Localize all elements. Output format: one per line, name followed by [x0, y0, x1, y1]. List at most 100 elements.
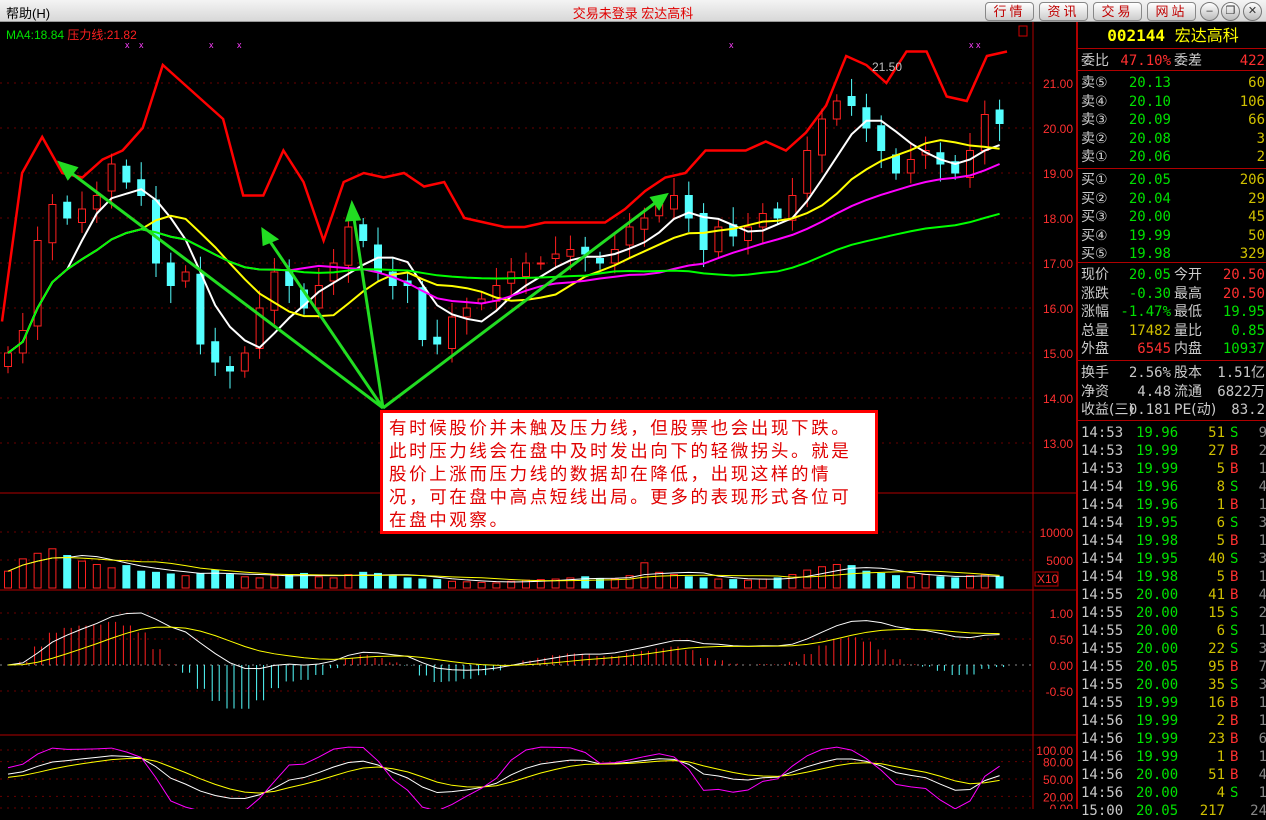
minimize-icon[interactable]: – [1200, 2, 1219, 21]
trade-row[interactable]: 14:54 19.98 5 B 1 [1078, 532, 1266, 550]
candle [758, 203, 767, 245]
trade-volume: 40 [1208, 551, 1225, 567]
order-book-row-buy[interactable]: 买② 20.04 29 [1078, 190, 1266, 208]
macd-tick-label: -0.50 [1046, 685, 1074, 699]
volume-bar [166, 573, 175, 589]
settings-box-icon[interactable] [1018, 25, 1028, 37]
trade-time: 14:56 [1081, 713, 1124, 729]
value: 422 [1239, 53, 1265, 69]
order-book-row-buy[interactable]: 买③ 20.00 45 [1078, 208, 1266, 226]
market-button[interactable]: 行情 [985, 2, 1034, 21]
order-book-row-sell[interactable]: 卖② 20.08 3 [1078, 130, 1266, 148]
trade-row[interactable]: 14:54 19.96 1 B 1 [1078, 496, 1266, 514]
trade-price: 19.96 [1136, 425, 1179, 441]
trade-price: 20.00 [1136, 677, 1179, 693]
trade-time: 14:55 [1081, 623, 1124, 639]
news-button[interactable]: 资讯 [1039, 2, 1088, 21]
trade-time: 14:55 [1081, 605, 1124, 621]
trade-price: 19.99 [1136, 731, 1179, 747]
price-tick-label: 19.00 [1043, 167, 1073, 181]
volume-bar [33, 552, 42, 589]
trade-count: 7 [1258, 659, 1266, 675]
trade-row[interactable]: 14:55 20.00 35 S 3 [1078, 676, 1266, 694]
trade-row[interactable]: 14:56 19.99 23 B 6 [1078, 730, 1266, 748]
trade-row[interactable]: 14:56 19.99 2 B 1 [1078, 712, 1266, 730]
trade-row[interactable]: 14:55 20.00 15 S 2 [1078, 604, 1266, 622]
restore-icon[interactable]: ❐ [1221, 2, 1240, 21]
trade-row[interactable]: 14:55 20.00 22 S 3 [1078, 640, 1266, 658]
order-book-row-sell[interactable]: 卖⑤ 20.13 60 [1078, 74, 1266, 92]
volume-bar [980, 574, 989, 589]
candle [433, 319, 442, 355]
trade-row[interactable]: 14:53 19.96 51 S 9 [1078, 424, 1266, 442]
kdj-tick-label: 80.00 [1043, 756, 1073, 770]
price: 20.00 [1128, 209, 1171, 226]
trade-row[interactable]: 14:56 19.99 1 B 1 [1078, 748, 1266, 766]
label: 外盘 [1081, 341, 1109, 358]
trade-side: B [1230, 497, 1239, 513]
annotation-arrows [56, 160, 669, 410]
candle [359, 218, 368, 248]
order-book-row-buy[interactable]: 买④ 19.99 50 [1078, 227, 1266, 245]
trade-row[interactable]: 14:54 19.95 40 S 3 [1078, 550, 1266, 568]
volume-bar [477, 581, 486, 589]
volume-bar [314, 576, 323, 589]
trade-volume: 35 [1208, 677, 1225, 693]
trade-row[interactable]: 14:55 20.05 95 B 7 [1078, 658, 1266, 676]
order-book-row-buy[interactable]: 买① 20.05 206 [1078, 171, 1266, 189]
trade-count: 1 [1258, 749, 1266, 765]
trade-row[interactable]: 14:54 19.96 8 S 4 [1078, 478, 1266, 496]
trade-row[interactable]: 14:54 19.95 6 S 3 [1078, 514, 1266, 532]
trade-row[interactable]: 14:55 20.00 6 S 1 [1078, 622, 1266, 640]
trade-volume: 4 [1216, 785, 1225, 801]
trade-row[interactable]: 15:00 20.05 217 24 [1078, 802, 1266, 820]
trade-button[interactable]: 交易 [1093, 2, 1142, 21]
trade-time: 14:54 [1081, 479, 1124, 495]
trade-price: 19.99 [1136, 443, 1179, 459]
volume-bar [270, 575, 279, 589]
order-book-row-buy[interactable]: 买⑤ 19.98 329 [1078, 245, 1266, 263]
volume-unit: X10 [1037, 572, 1059, 586]
trade-volume: 23 [1208, 731, 1225, 747]
candle [892, 148, 900, 180]
stat-row: 外盘 6545 内盘 10937 [1078, 340, 1266, 358]
volume-bar [610, 578, 619, 589]
volume-bar [462, 581, 471, 589]
trade-count: 1 [1258, 497, 1266, 513]
title-bar: 帮助(H) 交易未登录 宏达高科 行情 资讯 交易 网站 – ❐ ✕ [0, 0, 1266, 22]
trade-row[interactable]: 14:55 19.99 16 B 1 [1078, 694, 1266, 712]
value: -1.47% [1120, 304, 1171, 321]
trade-price: 19.99 [1136, 749, 1179, 765]
menu-help[interactable]: 帮助(H) [6, 3, 50, 22]
price: 19.99 [1128, 227, 1171, 244]
trade-count: 2 [1258, 605, 1266, 621]
close-icon[interactable]: ✕ [1243, 2, 1262, 21]
label: 卖④ [1081, 93, 1108, 110]
order-book-row-sell[interactable]: 卖③ 20.09 66 [1078, 111, 1266, 129]
volume-bar [137, 570, 146, 589]
label: 委差 [1174, 53, 1202, 69]
trade-row[interactable]: 14:53 19.99 27 B 2 [1078, 442, 1266, 460]
order-book-row-sell[interactable]: 卖④ 20.10 106 [1078, 93, 1266, 111]
ma-legend: MA4:18.84 [6, 28, 65, 42]
volume-bar [818, 566, 826, 589]
trade-row[interactable]: 14:53 19.99 5 B 1 [1078, 460, 1266, 478]
candle [936, 142, 945, 182]
trade-row[interactable]: 14:56 20.00 51 B 4 [1078, 766, 1266, 784]
trade-row[interactable]: 14:54 19.98 5 B 1 [1078, 568, 1266, 586]
volume: 29 [1248, 190, 1265, 207]
website-button[interactable]: 网站 [1147, 2, 1196, 21]
trade-time: 14:55 [1081, 677, 1124, 693]
label: 涨幅 [1081, 304, 1109, 321]
trade-count: 3 [1258, 677, 1266, 693]
volume-bar [255, 577, 264, 589]
volume-bar [906, 576, 915, 589]
value: 6545 [1137, 341, 1171, 358]
trade-row[interactable]: 14:56 20.00 4 S 1 [1078, 784, 1266, 802]
trade-count: 4 [1258, 479, 1266, 495]
trade-row[interactable]: 14:55 20.00 41 B 4 [1078, 586, 1266, 604]
candle [699, 203, 708, 268]
order-book-row-sell[interactable]: 卖① 20.06 2 [1078, 148, 1266, 166]
kdj-tick-label: 0.00 [1050, 802, 1074, 809]
volume-bar [670, 574, 678, 589]
